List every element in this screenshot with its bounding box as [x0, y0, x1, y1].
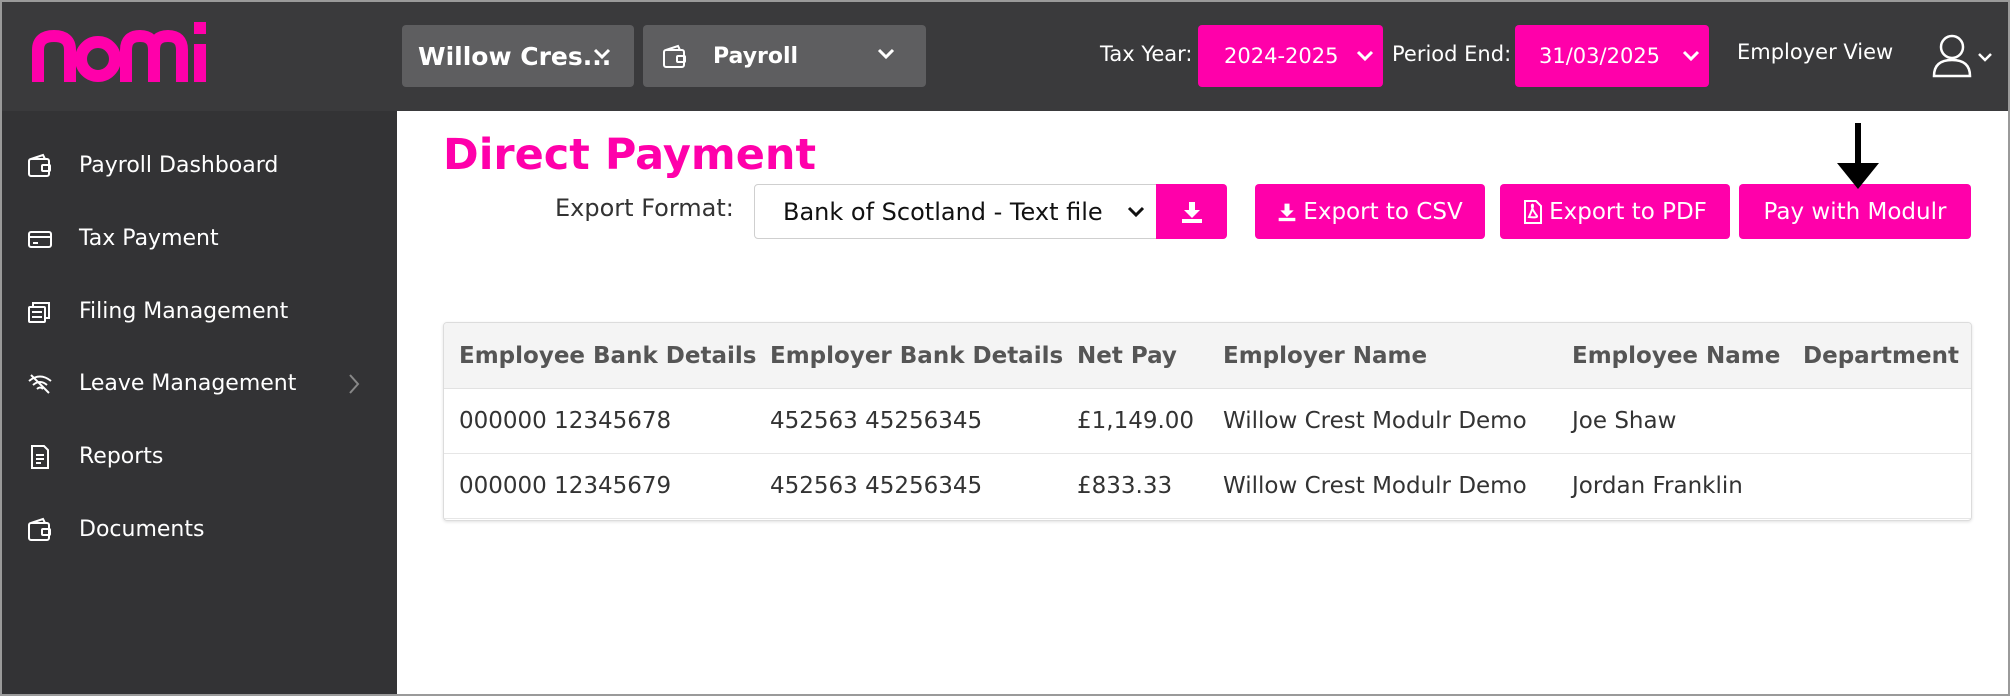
- export-format-label: Export Format:: [555, 194, 734, 222]
- export-pdf-button[interactable]: Export to PDF: [1500, 184, 1730, 239]
- company-name: Willow Cres...: [418, 41, 612, 71]
- chevron-down-icon: [1356, 50, 1374, 62]
- tax-year-label: Tax Year:: [1100, 42, 1193, 66]
- export-format-select[interactable]: Bank of Scotland - Text file: [754, 184, 1157, 239]
- download-button[interactable]: [1156, 184, 1227, 239]
- table-cell: 452563 45256345: [770, 473, 983, 499]
- tax-year-value: 2024-2025: [1224, 44, 1339, 68]
- employer-view-link[interactable]: Employer View: [1737, 40, 1893, 64]
- column-header[interactable]: Employer Bank Details: [770, 343, 1063, 369]
- table-cell: 452563 45256345: [770, 408, 983, 434]
- download-icon: [1278, 203, 1296, 221]
- period-end-select[interactable]: 31/03/2025: [1515, 25, 1709, 87]
- sidebar-item-label: Filing Management: [79, 299, 289, 324]
- top-bar: Willow Cres... Payroll Tax Year: 2024-20…: [2, 2, 2008, 111]
- arrow-down-icon: [1837, 123, 1879, 189]
- sidebar-item-reports[interactable]: Reports: [2, 432, 397, 482]
- column-header[interactable]: Department: [1803, 343, 1959, 369]
- app-window: Willow Cres... Payroll Tax Year: 2024-20…: [0, 0, 2010, 696]
- pay-with-modulr-button[interactable]: Pay with Modulr: [1739, 184, 1971, 239]
- wallet-icon: [28, 517, 51, 541]
- export-csv-button[interactable]: Export to CSV: [1255, 184, 1485, 239]
- table-cell: £833.33: [1077, 473, 1173, 499]
- pdf-file-icon: [1524, 199, 1543, 224]
- table-cell: Joe Shaw: [1572, 408, 1677, 434]
- user-icon[interactable]: [1932, 32, 1998, 80]
- table-row[interactable]: 000000 12345678 452563 45256345 £1,149.0…: [444, 389, 1971, 454]
- period-end-label: Period End:: [1392, 42, 1512, 66]
- page-title: Direct Payment: [443, 130, 817, 180]
- chevron-down-icon: [877, 48, 895, 60]
- wallet-icon: [28, 153, 51, 177]
- table-row[interactable]: 000000 12345679 452563 45256345 £833.33 …: [444, 454, 1971, 519]
- sidebar-item-filing-management[interactable]: Filing Management: [2, 287, 397, 337]
- sidebar-item-payroll-dashboard[interactable]: Payroll Dashboard: [2, 141, 397, 191]
- sidebar: Payroll Dashboard Tax Payment Filing Man…: [2, 111, 397, 694]
- export-csv-label: Export to CSV: [1303, 198, 1463, 225]
- column-header[interactable]: Net Pay: [1077, 343, 1177, 369]
- wallet-icon: [663, 44, 686, 68]
- export-format-value: Bank of Scotland - Text file: [783, 197, 1103, 226]
- pay-with-modulr-label: Pay with Modulr: [1763, 198, 1947, 225]
- table-cell: Jordan Franklin: [1572, 473, 1743, 499]
- sidebar-item-label: Documents: [79, 517, 205, 542]
- table-cell: 000000 12345678: [459, 408, 672, 434]
- column-header[interactable]: Employee Name: [1572, 343, 1780, 369]
- column-header[interactable]: Employee Bank Details: [459, 343, 756, 369]
- module-name: Payroll: [713, 43, 799, 69]
- chevron-down-icon: [1682, 50, 1700, 62]
- column-header[interactable]: Employer Name: [1223, 343, 1427, 369]
- chevron-right-icon: [349, 374, 360, 394]
- sidebar-item-tax-payment[interactable]: Tax Payment: [2, 214, 397, 264]
- company-dropdown[interactable]: Willow Cres...: [402, 25, 634, 87]
- payments-table: Employee Bank Details Employer Bank Deta…: [443, 322, 1972, 521]
- tax-year-select[interactable]: 2024-2025: [1198, 25, 1383, 87]
- sidebar-item-label: Leave Management: [79, 371, 297, 396]
- sidebar-item-label: Reports: [79, 444, 164, 469]
- export-pdf-label: Export to PDF: [1549, 198, 1707, 225]
- table-cell: Willow Crest Modulr Demo: [1223, 408, 1527, 434]
- table-header: Employee Bank Details Employer Bank Deta…: [444, 323, 1971, 389]
- files-icon: [28, 302, 50, 323]
- card-icon: [28, 231, 52, 248]
- module-dropdown[interactable]: Payroll: [643, 25, 926, 87]
- sidebar-item-leave-management[interactable]: Leave Management: [2, 359, 397, 409]
- table-cell: Willow Crest Modulr Demo: [1223, 473, 1527, 499]
- table-cell: 000000 12345679: [459, 473, 672, 499]
- wifi-off-icon: [28, 374, 52, 394]
- report-icon: [31, 445, 49, 469]
- table-cell: £1,149.00: [1077, 408, 1195, 434]
- sidebar-item-documents[interactable]: Documents: [2, 505, 397, 555]
- nomi-logo[interactable]: [30, 14, 210, 84]
- chevron-down-icon: [1127, 206, 1145, 218]
- download-icon: [1182, 202, 1202, 223]
- sidebar-item-label: Tax Payment: [79, 226, 219, 251]
- sidebar-item-label: Payroll Dashboard: [79, 153, 279, 178]
- chevron-down-icon: [593, 48, 611, 60]
- period-end-value: 31/03/2025: [1539, 44, 1661, 68]
